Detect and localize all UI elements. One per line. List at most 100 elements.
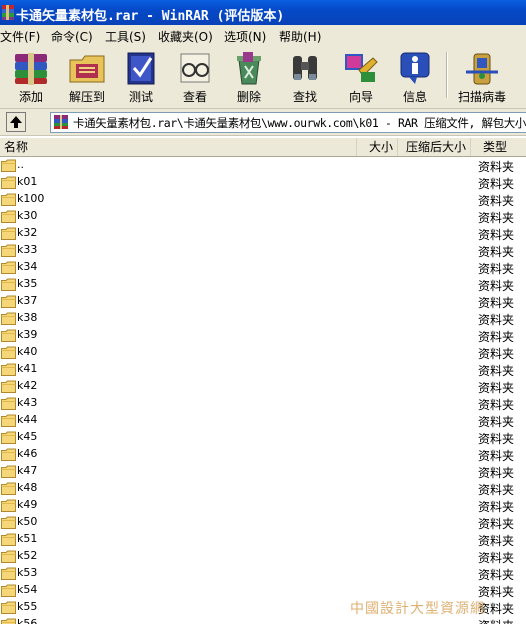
extract-folder-icon xyxy=(69,55,105,83)
file-type: 资料夹 xyxy=(478,330,515,344)
folder-icon xyxy=(1,397,16,410)
add-button[interactable]: 添加 xyxy=(4,48,58,104)
info-label: 信息 xyxy=(402,90,427,104)
file-type: 资料夹 xyxy=(478,347,515,361)
file-row[interactable]: k01 资料夹 xyxy=(0,174,526,191)
file-row[interactable]: k41 资料夹 xyxy=(0,361,526,378)
file-row[interactable]: k100 资料夹 xyxy=(0,191,526,208)
file-name: k41 xyxy=(17,362,38,375)
winrar-app-icon[interactable] xyxy=(2,5,14,20)
file-row[interactable]: k34 资料夹 xyxy=(0,259,526,276)
delete-label: 删除 xyxy=(236,90,261,104)
file-row[interactable]: k50 资料夹 xyxy=(0,514,526,531)
file-row[interactable]: k46 资料夹 xyxy=(0,446,526,463)
file-row[interactable]: k43 资料夹 xyxy=(0,395,526,412)
file-type: 资料夹 xyxy=(478,534,515,548)
menu-file[interactable]: 文件(F) xyxy=(0,28,40,45)
up-one-level-button[interactable] xyxy=(6,112,26,132)
folder-icon xyxy=(1,465,16,478)
file-row[interactable]: k38 资料夹 xyxy=(0,310,526,327)
file-row[interactable]: .. 资料夹 xyxy=(0,157,526,174)
view-button[interactable]: 查看 xyxy=(168,48,222,104)
file-type: 资料夹 xyxy=(478,568,515,582)
test-check-icon xyxy=(127,52,155,85)
folder-icon xyxy=(1,431,16,444)
file-row[interactable]: k48 资料夹 xyxy=(0,480,526,497)
file-row[interactable]: k32 资料夹 xyxy=(0,225,526,242)
file-name: k42 xyxy=(17,379,38,392)
find-label: 查找 xyxy=(292,90,317,104)
file-name: k54 xyxy=(17,583,38,596)
file-row[interactable]: k33 资料夹 xyxy=(0,242,526,259)
folder-icon xyxy=(1,482,16,495)
scan-virus-button[interactable]: 扫描病毒 xyxy=(452,48,512,104)
file-row[interactable]: k47 资料夹 xyxy=(0,463,526,480)
file-row[interactable]: k37 资料夹 xyxy=(0,293,526,310)
menu-options[interactable]: 选项(N) xyxy=(224,28,266,45)
file-name: k55 xyxy=(17,600,38,613)
menu-tools[interactable]: 工具(S) xyxy=(105,28,146,45)
file-row[interactable]: k45 资料夹 xyxy=(0,429,526,446)
file-name: k39 xyxy=(17,328,38,341)
file-name: k40 xyxy=(17,345,38,358)
file-row[interactable]: k30 资料夹 xyxy=(0,208,526,225)
menu-commands[interactable]: 命令(C) xyxy=(51,28,93,45)
file-type: 资料夹 xyxy=(478,381,515,395)
find-binoculars-icon xyxy=(293,56,317,80)
folder-icon xyxy=(1,601,16,614)
file-name: k35 xyxy=(17,277,38,290)
file-name: k43 xyxy=(17,396,38,409)
list-header: 名称 大小 压缩后大小 类型 xyxy=(0,138,526,157)
file-row[interactable]: k39 资料夹 xyxy=(0,327,526,344)
column-name[interactable]: 名称 xyxy=(0,138,357,156)
file-row[interactable]: k49 资料夹 xyxy=(0,497,526,514)
folder-icon xyxy=(1,533,16,546)
menu-help[interactable]: 帮助(H) xyxy=(279,28,321,45)
folder-icon xyxy=(1,329,16,342)
view-glasses-icon xyxy=(180,53,210,83)
file-name: k45 xyxy=(17,430,38,443)
folder-icon xyxy=(1,414,16,427)
toolbar: 添加 解压到 测试 查看 删除 查找 向导 信息 扫描病毒 xyxy=(0,46,526,109)
folder-icon xyxy=(1,550,16,563)
menu-bar: 文件(F) 命令(C) 工具(S) 收藏夹(O) 选项(N) 帮助(H) xyxy=(0,25,526,46)
folder-icon xyxy=(1,618,16,624)
file-row[interactable]: k42 资料夹 xyxy=(0,378,526,395)
file-row[interactable]: k40 资料夹 xyxy=(0,344,526,361)
file-row[interactable]: k54 资料夹 xyxy=(0,582,526,599)
file-name: k46 xyxy=(17,447,38,460)
file-type: 资料夹 xyxy=(478,551,515,565)
folder-icon xyxy=(1,244,16,257)
extract-to-label: 解压到 xyxy=(68,90,105,104)
file-type: 资料夹 xyxy=(478,211,515,225)
archive-books-icon xyxy=(54,115,68,129)
file-type: 资料夹 xyxy=(478,517,515,531)
archive-path-field[interactable]: 卡通矢量素材包.rar\卡通矢量素材包\www.ourwk.com\k01 - … xyxy=(50,112,526,133)
file-name: .. xyxy=(17,158,24,171)
delete-button[interactable]: 删除 xyxy=(222,48,276,104)
add-label: 添加 xyxy=(18,90,43,104)
file-row[interactable]: k53 资料夹 xyxy=(0,565,526,582)
find-button[interactable]: 查找 xyxy=(278,48,332,104)
file-type: 资料夹 xyxy=(478,398,515,412)
column-packed-size[interactable]: 压缩后大小 xyxy=(398,138,471,156)
folder-icon xyxy=(1,159,16,172)
archive-path-text: 卡通矢量素材包.rar\卡通矢量素材包\www.ourwk.com\k01 - … xyxy=(73,116,526,130)
file-type: 资料夹 xyxy=(478,483,515,497)
column-type[interactable]: 类型 xyxy=(471,138,526,156)
menu-favorites[interactable]: 收藏夹(O) xyxy=(158,28,213,45)
folder-icon xyxy=(1,261,16,274)
file-name: k52 xyxy=(17,549,38,562)
wizard-button[interactable]: 向导 xyxy=(334,48,388,104)
test-button[interactable]: 测试 xyxy=(114,48,168,104)
column-size[interactable]: 大小 xyxy=(357,138,398,156)
file-type: 资料夹 xyxy=(478,245,515,259)
info-button[interactable]: 信息 xyxy=(388,48,442,104)
folder-icon xyxy=(1,448,16,461)
file-row[interactable]: k35 资料夹 xyxy=(0,276,526,293)
file-type: 资料夹 xyxy=(478,466,515,480)
file-row[interactable]: k51 资料夹 xyxy=(0,531,526,548)
extract-to-button[interactable]: 解压到 xyxy=(60,48,114,104)
file-row[interactable]: k52 资料夹 xyxy=(0,548,526,565)
file-row[interactable]: k44 资料夹 xyxy=(0,412,526,429)
